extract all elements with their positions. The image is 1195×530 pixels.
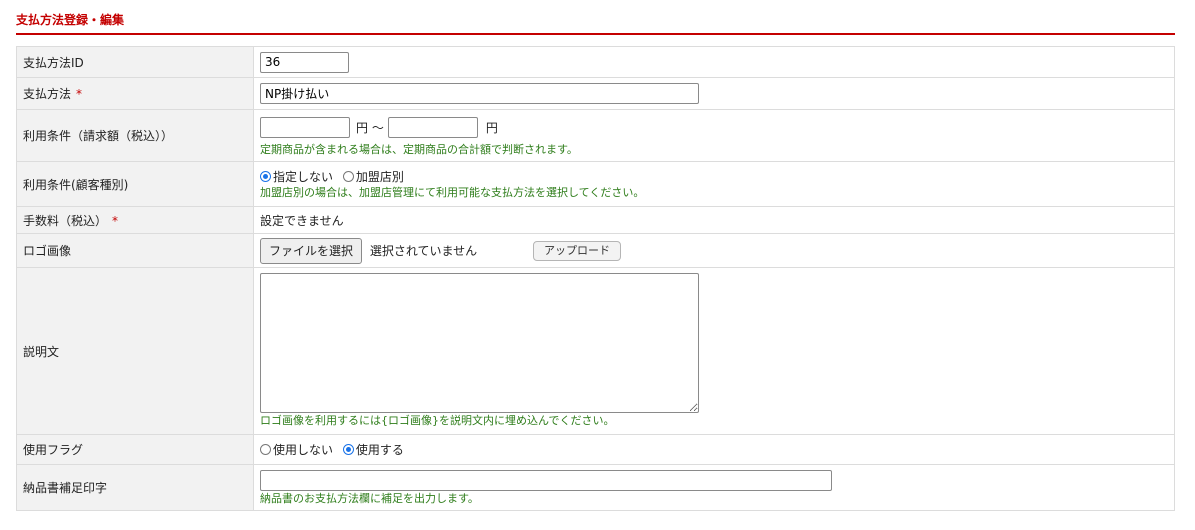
label-payment-id: 支払方法ID bbox=[16, 46, 254, 78]
amount-min-input[interactable] bbox=[260, 117, 350, 138]
radio-use[interactable] bbox=[342, 444, 354, 455]
payment-name-input[interactable] bbox=[260, 83, 699, 104]
row-invoice-note: 納品書補足印字 納品書のお支払方法欄に補足を出力します。 bbox=[16, 464, 1175, 511]
radio-not-use[interactable] bbox=[260, 444, 271, 455]
row-fee: 手数料（税込） * 設定できません bbox=[16, 206, 1175, 234]
required-mark: * bbox=[76, 87, 83, 101]
invoice-note-hint: 納品書のお支払方法欄に補足を出力します。 bbox=[260, 491, 479, 505]
radio-label-customer-unspecified[interactable]: 指定しない bbox=[273, 170, 333, 184]
payment-name-label-text: 支払方法 bbox=[23, 87, 72, 101]
value-cell-customer-type: 指定しない 加盟店別 加盟店別の場合は、加盟店管理にて利用可能な支払方法を選択し… bbox=[253, 161, 1175, 207]
label-customer-type: 利用条件(顧客種別) bbox=[16, 161, 254, 207]
required-mark: * bbox=[112, 213, 119, 228]
upload-button[interactable]: アップロード bbox=[532, 240, 621, 261]
radio-customer-unspecified[interactable] bbox=[260, 171, 271, 182]
value-cell-amount-range: 円 〜 円 定期商品が含まれる場合は、定期商品の合計額で判断されます。 bbox=[253, 109, 1175, 162]
label-payment-name: 支払方法 * bbox=[16, 77, 254, 110]
description-textarea[interactable] bbox=[260, 273, 699, 413]
row-amount-range: 利用条件（請求額（税込）） 円 〜 円 定期商品が含まれる場合は、定期商品の合計額… bbox=[16, 109, 1175, 162]
radio-label-customer-by-store[interactable]: 加盟店別 bbox=[356, 170, 404, 184]
amount-range-note: 定期商品が含まれる場合は、定期商品の合計額で判断されます。 bbox=[260, 143, 578, 156]
value-cell-payment-name bbox=[253, 77, 1175, 110]
fee-label-text: 手数料（税込） bbox=[23, 213, 108, 228]
radio-label-use[interactable]: 使用する bbox=[356, 443, 404, 457]
row-payment-id: 支払方法ID bbox=[16, 46, 1175, 78]
row-customer-type: 利用条件(顧客種別) 指定しない 加盟店別 加盟店別の場合は、加盟店管理にて利用… bbox=[16, 161, 1175, 207]
row-logo: ロゴ画像 ファイルを選択 選択されていません アップロード bbox=[16, 233, 1175, 268]
title-divider bbox=[16, 33, 1175, 35]
choose-file-button[interactable]: ファイルを選択 bbox=[260, 237, 363, 264]
radio-customer-by-store[interactable] bbox=[342, 171, 354, 182]
page-title: 支払方法登録・編集 bbox=[16, 13, 125, 27]
description-note: ロゴ画像を利用するには{ロゴ画像}を説明文内に埋め込んでください。 bbox=[260, 414, 615, 427]
label-logo: ロゴ画像 bbox=[16, 233, 254, 268]
amount-max-input[interactable] bbox=[387, 117, 478, 138]
customer-type-note: 加盟店別の場合は、加盟店管理にて利用可能な支払方法を選択してください。 bbox=[260, 186, 645, 199]
label-use-flag: 使用フラグ bbox=[16, 434, 254, 465]
row-description: 説明文 ロゴ画像を利用するには{ロゴ画像}を説明文内に埋め込んでください。 bbox=[16, 267, 1175, 435]
amount-unit: 円 bbox=[485, 121, 498, 135]
invoice-note-input[interactable] bbox=[260, 469, 832, 491]
row-payment-name: 支払方法 * bbox=[16, 77, 1175, 110]
label-fee: 手数料（税込） * bbox=[16, 206, 254, 234]
label-amount-range: 利用条件（請求額（税込）） bbox=[16, 109, 254, 162]
value-cell-logo: ファイルを選択 選択されていません アップロード bbox=[253, 233, 1175, 268]
row-use-flag: 使用フラグ 使用しない 使用する bbox=[16, 434, 1175, 465]
fee-value: 設定できません bbox=[253, 206, 1175, 234]
radio-label-not-use[interactable]: 使用しない bbox=[273, 443, 333, 457]
value-cell-use-flag: 使用しない 使用する bbox=[253, 434, 1175, 465]
amount-unit-range: 円 〜 bbox=[356, 121, 384, 135]
value-cell-invoice-note: 納品書のお支払方法欄に補足を出力します。 bbox=[253, 464, 1175, 511]
file-status-text: 選択されていません bbox=[369, 244, 478, 258]
value-cell-payment-id bbox=[253, 46, 1175, 78]
payment-method-form: 支払方法ID 支払方法 * 利用条件（請求額（税込）） 円 〜 円 定期商品が含まれ… bbox=[16, 46, 1175, 511]
label-description: 説明文 bbox=[16, 267, 254, 435]
label-invoice-note: 納品書補足印字 bbox=[16, 464, 254, 511]
payment-id-input[interactable] bbox=[260, 51, 349, 73]
value-cell-description: ロゴ画像を利用するには{ロゴ画像}を説明文内に埋め込んでください。 bbox=[253, 267, 1175, 435]
